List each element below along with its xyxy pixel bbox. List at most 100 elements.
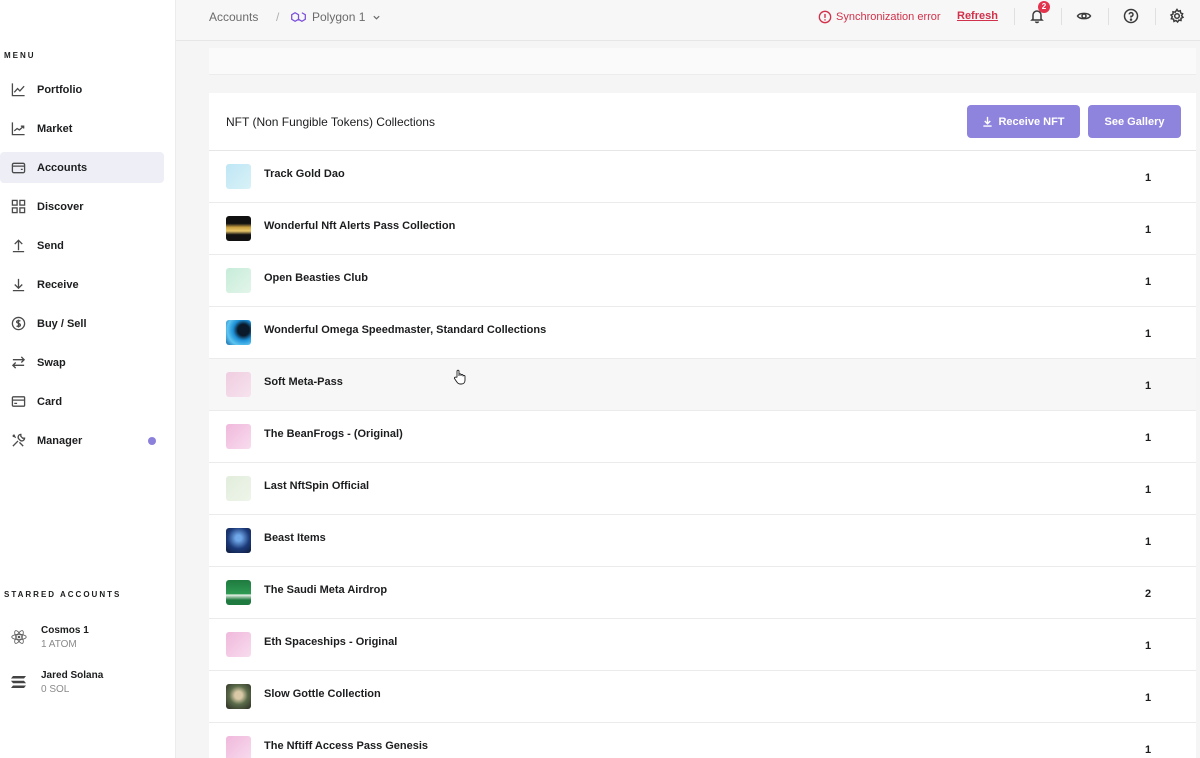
sidebar-item-swap[interactable]: Swap xyxy=(0,347,164,378)
sidebar-item-label: Accounts xyxy=(37,161,88,174)
collection-row[interactable]: The Nftiff Access Pass Genesis 1 xyxy=(209,723,1196,758)
breadcrumb-account-dropdown[interactable]: Polygon 1 xyxy=(290,10,381,24)
help-button[interactable] xyxy=(1123,8,1139,24)
starred-account[interactable]: Jared Solana 0 SOL xyxy=(8,669,168,705)
sidebar-item-receive[interactable]: Receive xyxy=(0,269,164,300)
sync-error-status: Synchronization error xyxy=(818,10,941,24)
collection-thumbnail xyxy=(226,320,251,345)
collection-count: 2 xyxy=(1145,588,1152,600)
collection-name: Wonderful Omega Speedmaster, Standard Co… xyxy=(264,324,547,336)
receive-nft-button[interactable]: Receive NFT xyxy=(967,105,1080,138)
card-icon xyxy=(10,394,26,410)
collection-name: Last NftSpin Official xyxy=(264,480,370,492)
starred-account-name: Jared Solana xyxy=(41,670,104,681)
starred-account-balance: 0 SOL xyxy=(41,684,70,695)
panel-title: NFT (Non Fungible Tokens) Collections xyxy=(226,115,435,129)
collection-count: 1 xyxy=(1145,380,1152,392)
error-circle-icon xyxy=(818,10,832,24)
collection-thumbnail xyxy=(226,736,251,758)
gear-icon xyxy=(1169,8,1185,24)
collection-name: Soft Meta-Pass xyxy=(264,376,343,388)
collection-row[interactable]: Track Gold Dao 1 xyxy=(209,151,1196,203)
breadcrumb-accounts[interactable]: Accounts xyxy=(209,10,258,24)
collection-row[interactable]: Eth Spaceships - Original 1 xyxy=(209,619,1196,671)
sidebar-item-card[interactable]: Card xyxy=(0,386,164,417)
divider xyxy=(1061,8,1062,25)
collection-thumbnail xyxy=(226,476,251,501)
dollar-icon xyxy=(10,316,26,332)
collection-count: 1 xyxy=(1145,536,1152,548)
collection-count: 1 xyxy=(1145,328,1152,340)
sidebar-item-discover[interactable]: Discover xyxy=(0,191,164,222)
sidebar-item-send[interactable]: Send xyxy=(0,230,164,261)
nft-collections-panel: NFT (Non Fungible Tokens) Collections Re… xyxy=(209,93,1196,758)
collection-thumbnail xyxy=(226,268,251,293)
collection-name: Track Gold Dao xyxy=(264,168,345,180)
sidebar-item-label: Discover xyxy=(37,200,84,213)
see-gallery-button[interactable]: See Gallery xyxy=(1088,105,1181,138)
refresh-link[interactable]: Refresh xyxy=(957,10,998,22)
collection-row[interactable]: Wonderful Omega Speedmaster, Standard Co… xyxy=(209,307,1196,359)
collection-name: The BeanFrogs - (Original) xyxy=(264,428,403,440)
collection-thumbnail xyxy=(226,580,251,605)
sidebar-nav: Portfolio Market Accounts Discover Send Recei… xyxy=(0,74,176,464)
collection-thumbnail xyxy=(226,528,251,553)
visibility-button[interactable] xyxy=(1076,8,1092,24)
solana-icon xyxy=(8,671,30,693)
collection-name: The Nftiff Access Pass Genesis xyxy=(264,740,429,752)
sidebar-item-label: Card xyxy=(37,395,63,408)
grid-icon xyxy=(10,199,26,215)
tools-icon xyxy=(10,433,26,449)
sidebar: MENU Portfolio Market Accounts Discover Send… xyxy=(0,0,176,758)
update-dot xyxy=(148,437,156,445)
arrow-up-icon xyxy=(10,238,26,254)
collection-thumbnail xyxy=(226,684,251,709)
sidebar-item-market[interactable]: Market xyxy=(0,113,164,144)
divider xyxy=(1108,8,1109,25)
swap-icon xyxy=(10,355,26,371)
cosmos-icon xyxy=(8,626,30,648)
collection-count: 1 xyxy=(1145,172,1152,184)
starred-account[interactable]: Cosmos 1 1 ATOM xyxy=(8,624,168,660)
chart-line-icon xyxy=(10,82,26,98)
sidebar-item-label: Swap xyxy=(37,356,66,369)
collection-row[interactable]: Last NftSpin Official 1 xyxy=(209,463,1196,515)
collection-name: Open Beasties Club xyxy=(264,272,368,284)
sidebar-item-buy-sell[interactable]: Buy / Sell xyxy=(0,308,164,339)
collection-thumbnail xyxy=(226,372,251,397)
sidebar-item-portfolio[interactable]: Portfolio xyxy=(0,74,164,105)
collection-name: Slow Gottle Collection xyxy=(264,688,381,700)
collection-count: 1 xyxy=(1145,692,1152,704)
sidebar-item-accounts[interactable]: Accounts xyxy=(0,152,164,183)
collection-row[interactable]: The BeanFrogs - (Original) 1 xyxy=(209,411,1196,463)
chevron-down-icon xyxy=(373,15,380,20)
collection-thumbnail xyxy=(226,632,251,657)
collection-row[interactable]: Wonderful Nft Alerts Pass Collection 1 xyxy=(209,203,1196,255)
collection-row[interactable]: Soft Meta-Pass 1 xyxy=(209,359,1196,411)
collection-row[interactable]: Beast Items 1 xyxy=(209,515,1196,567)
collection-row[interactable]: The Saudi Meta Airdrop 2 xyxy=(209,567,1196,619)
collection-count: 1 xyxy=(1145,276,1152,288)
starred-accounts-title: STARRED ACCOUNTS xyxy=(4,590,122,599)
sync-error-text: Synchronization error xyxy=(836,11,941,23)
collection-name: Beast Items xyxy=(264,532,326,544)
notification-badge: 2 xyxy=(1038,1,1050,13)
settings-button[interactable] xyxy=(1169,8,1185,24)
sidebar-item-label: Buy / Sell xyxy=(37,317,87,330)
sidebar-item-label: Portfolio xyxy=(37,83,83,96)
collection-row[interactable]: Slow Gottle Collection 1 xyxy=(209,671,1196,723)
sidebar-item-manager[interactable]: Manager xyxy=(0,425,164,456)
eye-icon xyxy=(1076,12,1092,20)
polygon-icon xyxy=(291,12,306,22)
collection-count: 1 xyxy=(1145,224,1152,236)
collection-count: 1 xyxy=(1145,432,1152,444)
starred-account-name: Cosmos 1 xyxy=(41,625,89,636)
collection-name: The Saudi Meta Airdrop xyxy=(264,584,388,596)
divider xyxy=(1155,8,1156,25)
starred-account-balance: 1 ATOM xyxy=(41,639,77,650)
top-bar: Accounts / Polygon 1 Synchronization err… xyxy=(176,0,1200,41)
collection-thumbnail xyxy=(226,424,251,449)
collection-row[interactable]: Open Beasties Club 1 xyxy=(209,255,1196,307)
collection-count: 1 xyxy=(1145,744,1152,756)
collection-count: 1 xyxy=(1145,484,1152,496)
